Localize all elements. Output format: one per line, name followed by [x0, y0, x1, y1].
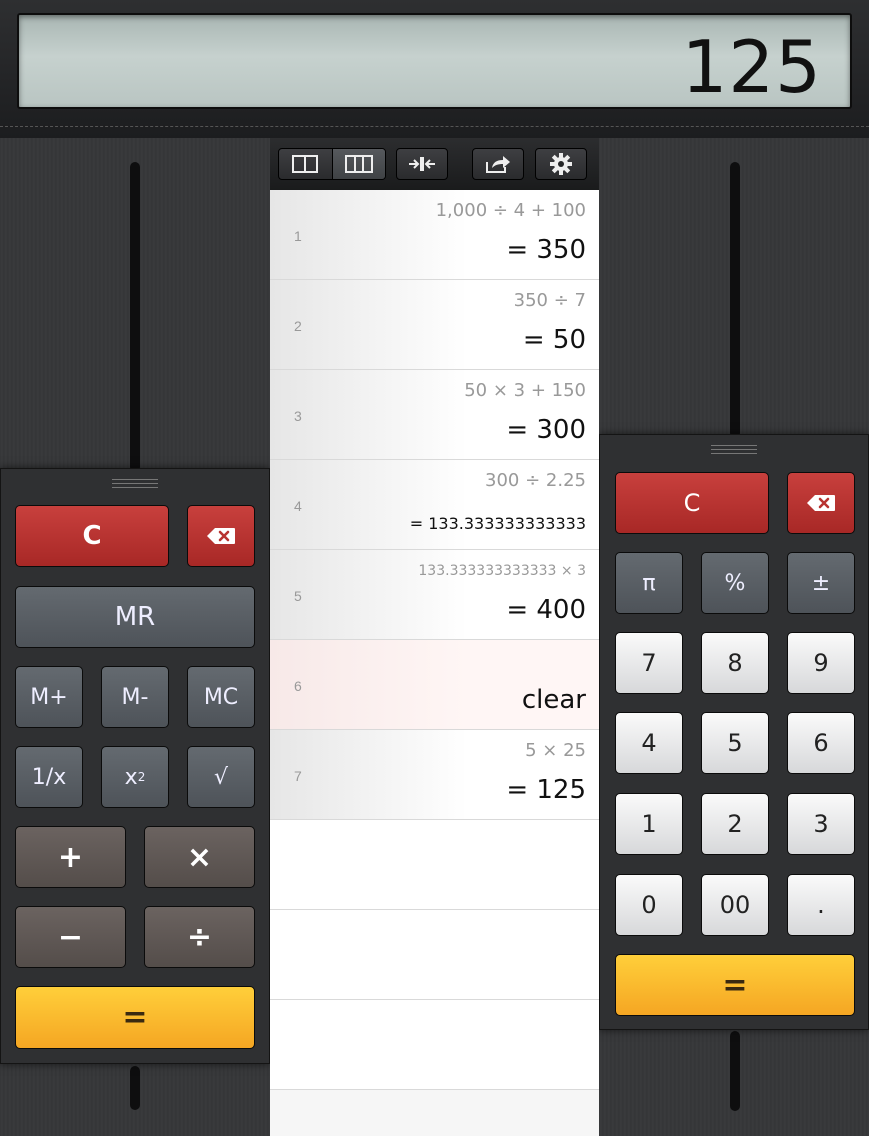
keypad-drag-handle[interactable]: [112, 479, 158, 491]
clear-button[interactable]: C: [15, 505, 169, 567]
square-base: x: [124, 764, 138, 790]
share-button[interactable]: [473, 149, 523, 179]
row-expression: 350 ÷ 7: [513, 290, 586, 311]
history-row[interactable]: 5 133.333333333333 × 3 = 400: [270, 550, 599, 640]
equals-button-right[interactable]: =: [615, 954, 855, 1016]
display-bar: 125: [0, 0, 869, 138]
digit-6-button[interactable]: 6: [787, 712, 855, 774]
clear-button[interactable]: C: [615, 472, 769, 534]
reciprocal-button[interactable]: 1/x: [15, 746, 83, 808]
memory-add-button[interactable]: M+: [15, 666, 83, 728]
square-root-button[interactable]: √: [187, 746, 255, 808]
row-result: = 350: [506, 235, 586, 265]
history-toolbar: [270, 138, 599, 190]
row-result: = 50: [522, 325, 586, 355]
collapse-arrows-icon: [409, 157, 435, 171]
digit-2-button[interactable]: 2: [701, 793, 769, 855]
history-list: 1 1,000 ÷ 4 + 100 = 350 2 350 ÷ 7 = 50 3…: [270, 190, 599, 1090]
digit-9-button[interactable]: 9: [787, 632, 855, 694]
add-button[interactable]: +: [15, 826, 126, 888]
row-result: clear: [521, 685, 586, 715]
history-row[interactable]: 1 1,000 ÷ 4 + 100 = 350: [270, 190, 599, 280]
row-expression: 1,000 ÷ 4 + 100: [435, 200, 586, 221]
history-row[interactable]: 3 50 × 3 + 150 = 300: [270, 370, 599, 460]
single-layout-button[interactable]: [279, 149, 333, 179]
sign-toggle-button[interactable]: ±: [787, 552, 855, 614]
three-column-icon: [344, 155, 373, 173]
row-result: = 400: [506, 595, 586, 625]
memory-function-keypad: C MR M+ M- MC 1/x x2 √ + × − ÷ =: [0, 468, 270, 1064]
row-number: 5: [294, 588, 302, 604]
equals-button-left[interactable]: =: [15, 986, 255, 1049]
digit-4-button[interactable]: 4: [615, 712, 683, 774]
digit-5-button[interactable]: 5: [701, 712, 769, 774]
square-button[interactable]: x2: [101, 746, 169, 808]
history-empty-row: [270, 820, 599, 910]
square-exponent: 2: [137, 770, 146, 784]
layout-toggle: [278, 148, 386, 180]
row-expression: 5 × 25: [525, 740, 586, 761]
percent-button[interactable]: %: [701, 552, 769, 614]
left-slider-track-top[interactable]: [130, 162, 140, 472]
collapse-button-wrap: [396, 148, 448, 180]
pi-button[interactable]: π: [615, 552, 683, 614]
row-expression: 50 × 3 + 150: [464, 380, 586, 401]
row-number: 3: [294, 408, 302, 424]
gear-icon: [550, 153, 572, 175]
history-row[interactable]: 2 350 ÷ 7 = 50: [270, 280, 599, 370]
backspace-button[interactable]: [787, 472, 855, 534]
display-value: 125: [681, 25, 822, 109]
divide-button[interactable]: ÷: [144, 906, 255, 968]
history-row[interactable]: 7 5 × 25 = 125: [270, 730, 599, 820]
history-tape: 1 1,000 ÷ 4 + 100 = 350 2 350 ÷ 7 = 50 3…: [270, 138, 599, 1136]
number-keypad: C π % ± 7 8 9 4 5 6 1 2 3 0 00 . =: [599, 434, 869, 1030]
backspace-button[interactable]: [187, 505, 255, 567]
row-result: = 125: [506, 775, 586, 805]
decimal-button[interactable]: .: [787, 874, 855, 936]
memory-subtract-button[interactable]: M-: [101, 666, 169, 728]
memory-clear-button[interactable]: MC: [187, 666, 255, 728]
share-icon: [486, 156, 510, 173]
backspace-icon: [207, 528, 235, 544]
history-row-clear[interactable]: 6 clear: [270, 640, 599, 730]
multiply-button[interactable]: ×: [144, 826, 255, 888]
digit-8-button[interactable]: 8: [701, 632, 769, 694]
row-expression: 300 ÷ 2.25: [485, 470, 586, 491]
digit-0-button[interactable]: 0: [615, 874, 683, 936]
row-number: 1: [294, 228, 302, 244]
settings-button-wrap: [535, 148, 587, 180]
row-number: 6: [294, 678, 302, 694]
left-slider-track-bottom[interactable]: [130, 1066, 140, 1110]
collapse-button[interactable]: [397, 149, 447, 179]
share-button-wrap: [472, 148, 524, 180]
memory-recall-button[interactable]: MR: [15, 586, 255, 648]
digit-1-button[interactable]: 1: [615, 793, 683, 855]
history-empty-row: [270, 1000, 599, 1090]
lcd-display: 125: [17, 13, 852, 109]
history-empty-row: [270, 910, 599, 1000]
digit-3-button[interactable]: 3: [787, 793, 855, 855]
row-number: 2: [294, 318, 302, 334]
triple-layout-button[interactable]: [332, 149, 385, 179]
digit-7-button[interactable]: 7: [615, 632, 683, 694]
row-result: = 133.333333333333: [409, 514, 586, 533]
single-column-icon: [292, 155, 319, 173]
keypad-drag-handle[interactable]: [711, 445, 757, 457]
history-row[interactable]: 4 300 ÷ 2.25 = 133.333333333333: [270, 460, 599, 550]
subtract-button[interactable]: −: [15, 906, 126, 968]
row-expression: 133.333333333333 × 3: [418, 563, 586, 579]
settings-button[interactable]: [536, 149, 586, 179]
backspace-icon: [807, 495, 835, 511]
double-zero-button[interactable]: 00: [701, 874, 769, 936]
row-result: = 300: [506, 415, 586, 445]
right-slider-track-top[interactable]: [730, 162, 740, 438]
row-number: 7: [294, 768, 302, 784]
right-slider-track-bottom[interactable]: [730, 1031, 740, 1111]
row-number: 4: [294, 498, 302, 514]
